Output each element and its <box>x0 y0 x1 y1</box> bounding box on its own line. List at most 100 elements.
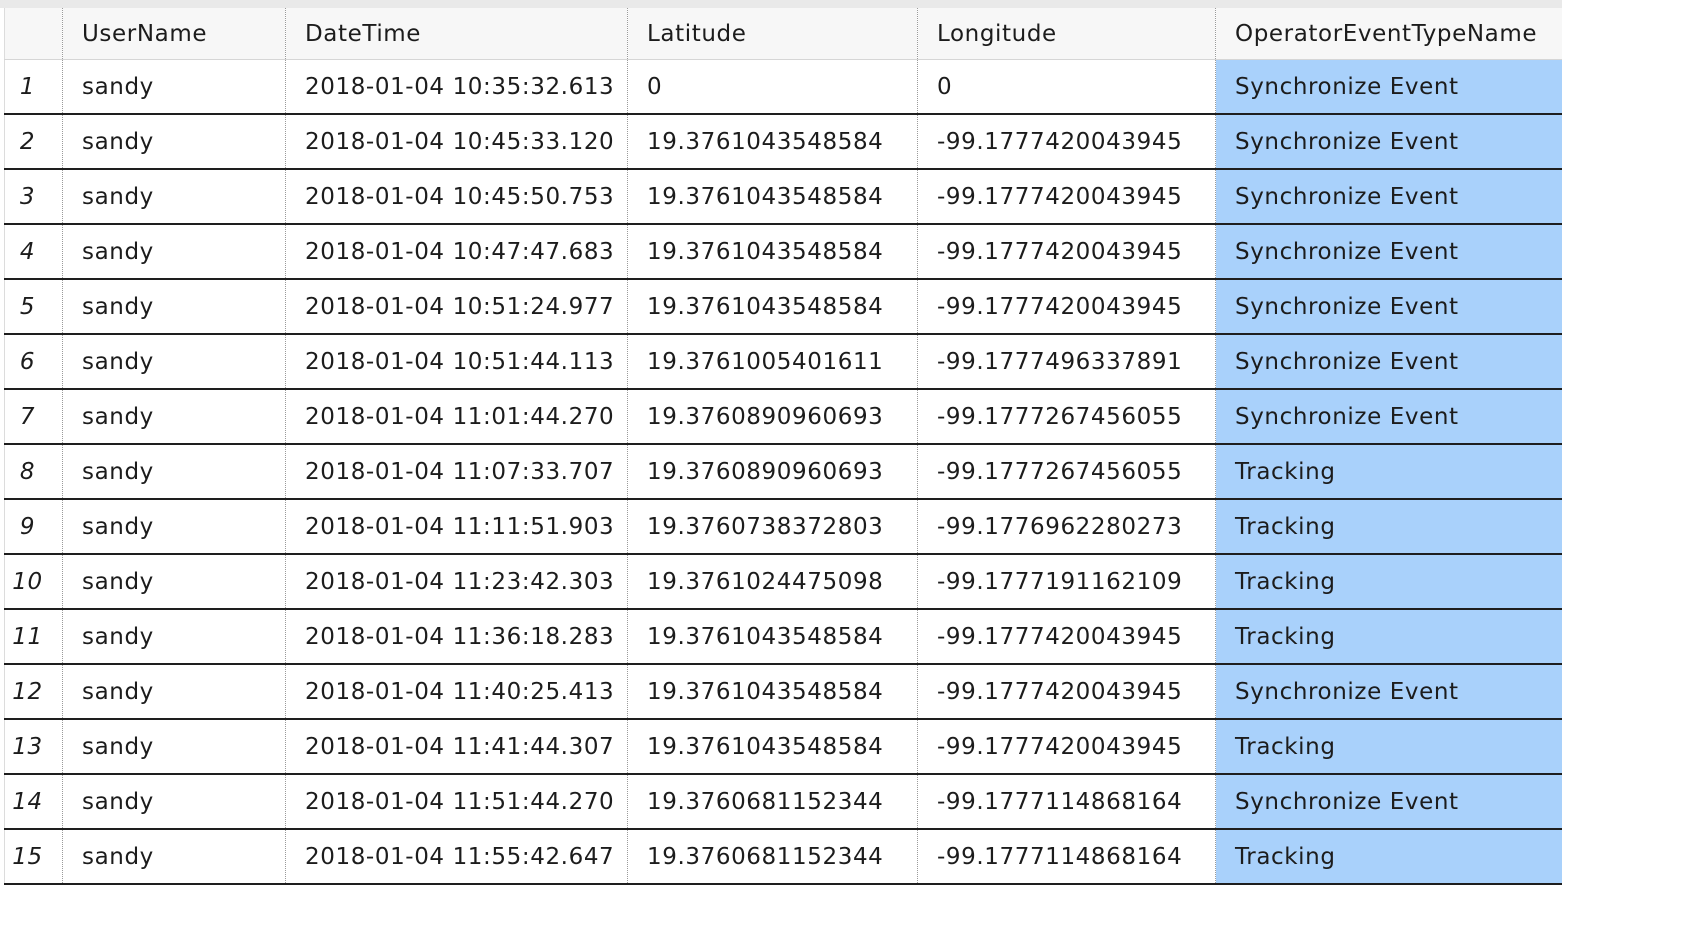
username-cell[interactable]: sandy <box>62 499 286 555</box>
latitude-cell[interactable]: 0 <box>627 59 918 115</box>
table-row[interactable]: 1 sandy 2018-01-04 10:35:32.613 0 0 Synchroni… <box>4 59 1563 115</box>
column-header-longitude[interactable]: Longitude <box>917 8 1216 60</box>
longitude-cell[interactable]: 0 <box>917 59 1216 115</box>
row-number-cell[interactable]: 9 <box>4 499 63 555</box>
datetime-cell[interactable]: 2018-01-04 11:23:42.303 <box>285 554 628 610</box>
operator-event-type-cell[interactable]: Synchronize Event <box>1215 664 1563 720</box>
column-header-datetime[interactable]: DateTime <box>285 8 628 60</box>
column-header-operator-event-type-name[interactable]: OperatorEventTypeName <box>1215 8 1563 60</box>
operator-event-type-cell[interactable]: Synchronize Event <box>1215 334 1563 390</box>
row-number-cell[interactable]: 8 <box>4 444 63 500</box>
username-cell[interactable]: sandy <box>62 664 286 720</box>
operator-event-type-cell[interactable]: Synchronize Event <box>1215 389 1563 445</box>
username-cell[interactable]: sandy <box>62 279 286 335</box>
table-row[interactable]: 4 sandy 2018-01-04 10:47:47.683 19.37610435… <box>4 224 1563 280</box>
operator-event-type-cell[interactable]: Tracking <box>1215 829 1563 885</box>
row-number-cell[interactable]: 2 <box>4 114 63 170</box>
datetime-cell[interactable]: 2018-01-04 11:36:18.283 <box>285 609 628 665</box>
operator-event-type-cell[interactable]: Tracking <box>1215 554 1563 610</box>
row-number-cell[interactable]: 6 <box>4 334 63 390</box>
table-row[interactable]: 8 sandy 2018-01-04 11:07:33.707 19.37608909… <box>4 444 1563 500</box>
username-cell[interactable]: sandy <box>62 554 286 610</box>
username-cell[interactable]: sandy <box>62 774 286 830</box>
operator-event-type-cell[interactable]: Tracking <box>1215 609 1563 665</box>
datetime-cell[interactable]: 2018-01-04 11:07:33.707 <box>285 444 628 500</box>
latitude-cell[interactable]: 19.3760681152344 <box>627 829 918 885</box>
datetime-cell[interactable]: 2018-01-04 11:51:44.270 <box>285 774 628 830</box>
datetime-cell[interactable]: 2018-01-04 10:51:44.113 <box>285 334 628 390</box>
datetime-cell[interactable]: 2018-01-04 10:45:50.753 <box>285 169 628 225</box>
username-cell[interactable]: sandy <box>62 444 286 500</box>
longitude-cell[interactable]: -99.1777267456055 <box>917 444 1216 500</box>
row-number-cell[interactable]: 11 <box>4 609 63 665</box>
operator-event-type-cell[interactable]: Synchronize Event <box>1215 59 1563 115</box>
username-cell[interactable]: sandy <box>62 609 286 665</box>
row-number-cell[interactable]: 5 <box>4 279 63 335</box>
username-cell[interactable]: sandy <box>62 169 286 225</box>
table-row[interactable]: 12 sandy 2018-01-04 11:40:25.413 19.3761043… <box>4 664 1563 720</box>
row-number-cell[interactable]: 4 <box>4 224 63 280</box>
username-cell[interactable]: sandy <box>62 59 286 115</box>
operator-event-type-cell[interactable]: Synchronize Event <box>1215 224 1563 280</box>
latitude-cell[interactable]: 19.3761043548584 <box>627 114 918 170</box>
table-row[interactable]: 15 sandy 2018-01-04 11:55:42.647 19.3760681… <box>4 829 1563 885</box>
latitude-cell[interactable]: 19.3761043548584 <box>627 609 918 665</box>
latitude-cell[interactable]: 19.3761043548584 <box>627 169 918 225</box>
longitude-cell[interactable]: -99.1776962280273 <box>917 499 1216 555</box>
latitude-cell[interactable]: 19.3760681152344 <box>627 774 918 830</box>
latitude-cell[interactable]: 19.3760738372803 <box>627 499 918 555</box>
datetime-cell[interactable]: 2018-01-04 11:01:44.270 <box>285 389 628 445</box>
longitude-cell[interactable]: -99.1777420043945 <box>917 114 1216 170</box>
table-row[interactable]: 11 sandy 2018-01-04 11:36:18.283 19.3761043… <box>4 609 1563 665</box>
operator-event-type-cell[interactable]: Synchronize Event <box>1215 169 1563 225</box>
table-row[interactable]: 9 sandy 2018-01-04 11:11:51.903 19.37607383… <box>4 499 1563 555</box>
longitude-cell[interactable]: -99.1777191162109 <box>917 554 1216 610</box>
table-row[interactable]: 13 sandy 2018-01-04 11:41:44.307 19.3761043… <box>4 719 1563 775</box>
username-cell[interactable]: sandy <box>62 829 286 885</box>
latitude-cell[interactable]: 19.3761005401611 <box>627 334 918 390</box>
table-row[interactable]: 5 sandy 2018-01-04 10:51:24.977 19.37610435… <box>4 279 1563 335</box>
operator-event-type-cell[interactable]: Synchronize Event <box>1215 114 1563 170</box>
datetime-cell[interactable]: 2018-01-04 11:41:44.307 <box>285 719 628 775</box>
latitude-cell[interactable]: 19.3761043548584 <box>627 664 918 720</box>
longitude-cell[interactable]: -99.1777420043945 <box>917 609 1216 665</box>
row-number-cell[interactable]: 3 <box>4 169 63 225</box>
row-number-cell[interactable]: 14 <box>4 774 63 830</box>
username-cell[interactable]: sandy <box>62 389 286 445</box>
longitude-cell[interactable]: -99.1777496337891 <box>917 334 1216 390</box>
datetime-cell[interactable]: 2018-01-04 10:47:47.683 <box>285 224 628 280</box>
table-row[interactable]: 14 sandy 2018-01-04 11:51:44.270 19.3760681… <box>4 774 1563 830</box>
operator-event-type-cell[interactable]: Tracking <box>1215 719 1563 775</box>
table-row[interactable]: 10 sandy 2018-01-04 11:23:42.303 19.3761024… <box>4 554 1563 610</box>
row-number-cell[interactable]: 12 <box>4 664 63 720</box>
username-cell[interactable]: sandy <box>62 719 286 775</box>
username-cell[interactable]: sandy <box>62 224 286 280</box>
column-header-username[interactable]: UserName <box>62 8 286 60</box>
latitude-cell[interactable]: 19.3760890960693 <box>627 444 918 500</box>
operator-event-type-cell[interactable]: Tracking <box>1215 444 1563 500</box>
column-header-rownum[interactable] <box>4 8 63 60</box>
datetime-cell[interactable]: 2018-01-04 11:40:25.413 <box>285 664 628 720</box>
table-row[interactable]: 7 sandy 2018-01-04 11:01:44.270 19.37608909… <box>4 389 1563 445</box>
table-row[interactable]: 3 sandy 2018-01-04 10:45:50.753 19.37610435… <box>4 169 1563 225</box>
longitude-cell[interactable]: -99.1777114868164 <box>917 774 1216 830</box>
datetime-cell[interactable]: 2018-01-04 10:45:33.120 <box>285 114 628 170</box>
table-row[interactable]: 6 sandy 2018-01-04 10:51:44.113 19.37610054… <box>4 334 1563 390</box>
longitude-cell[interactable]: -99.1777420043945 <box>917 279 1216 335</box>
longitude-cell[interactable]: -99.1777420043945 <box>917 169 1216 225</box>
username-cell[interactable]: sandy <box>62 114 286 170</box>
longitude-cell[interactable]: -99.1777420043945 <box>917 719 1216 775</box>
row-number-cell[interactable]: 10 <box>4 554 63 610</box>
operator-event-type-cell[interactable]: Synchronize Event <box>1215 279 1563 335</box>
latitude-cell[interactable]: 19.3761043548584 <box>627 224 918 280</box>
latitude-cell[interactable]: 19.3761024475098 <box>627 554 918 610</box>
datetime-cell[interactable]: 2018-01-04 11:55:42.647 <box>285 829 628 885</box>
latitude-cell[interactable]: 19.3761043548584 <box>627 279 918 335</box>
datetime-cell[interactable]: 2018-01-04 10:35:32.613 <box>285 59 628 115</box>
row-number-cell[interactable]: 15 <box>4 829 63 885</box>
row-number-cell[interactable]: 7 <box>4 389 63 445</box>
datetime-cell[interactable]: 2018-01-04 10:51:24.977 <box>285 279 628 335</box>
operator-event-type-cell[interactable]: Synchronize Event <box>1215 774 1563 830</box>
username-cell[interactable]: sandy <box>62 334 286 390</box>
table-row[interactable]: 2 sandy 2018-01-04 10:45:33.120 19.37610435… <box>4 114 1563 170</box>
